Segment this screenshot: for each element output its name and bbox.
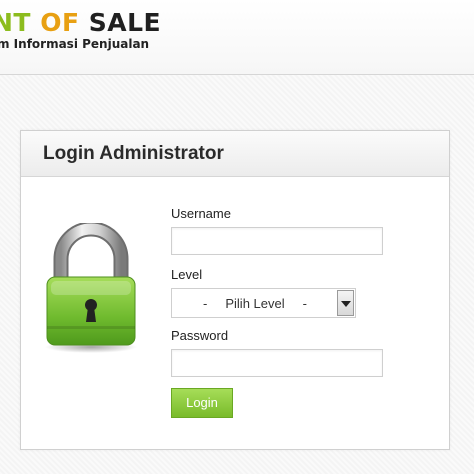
brand-tagline: m Informasi Penjualan [0,37,150,51]
brand-part2: OF [40,8,80,37]
brand-part3: SALE [88,8,162,37]
brand-part1: NT [0,8,31,37]
dropdown-arrow-icon[interactable] [337,290,354,316]
login-panel: Login Administrator Username Level - Pil… [20,130,450,450]
password-field[interactable] [171,349,383,377]
panel-title: Login Administrator [43,143,224,164]
lock-icon [43,221,139,358]
level-selected-value: - Pilih Level - [202,296,308,311]
level-select[interactable]: - Pilih Level - [171,288,356,318]
panel-header: Login Administrator [21,131,449,177]
brand-logo: NT OF SALE [0,8,161,38]
password-label: Password [171,328,229,343]
username-field[interactable] [171,227,383,255]
header: NT OF SALE m Informasi Penjualan [0,0,474,75]
level-label: Level [171,267,203,282]
login-button[interactable]: Login [171,388,233,418]
username-label: Username [171,206,231,221]
